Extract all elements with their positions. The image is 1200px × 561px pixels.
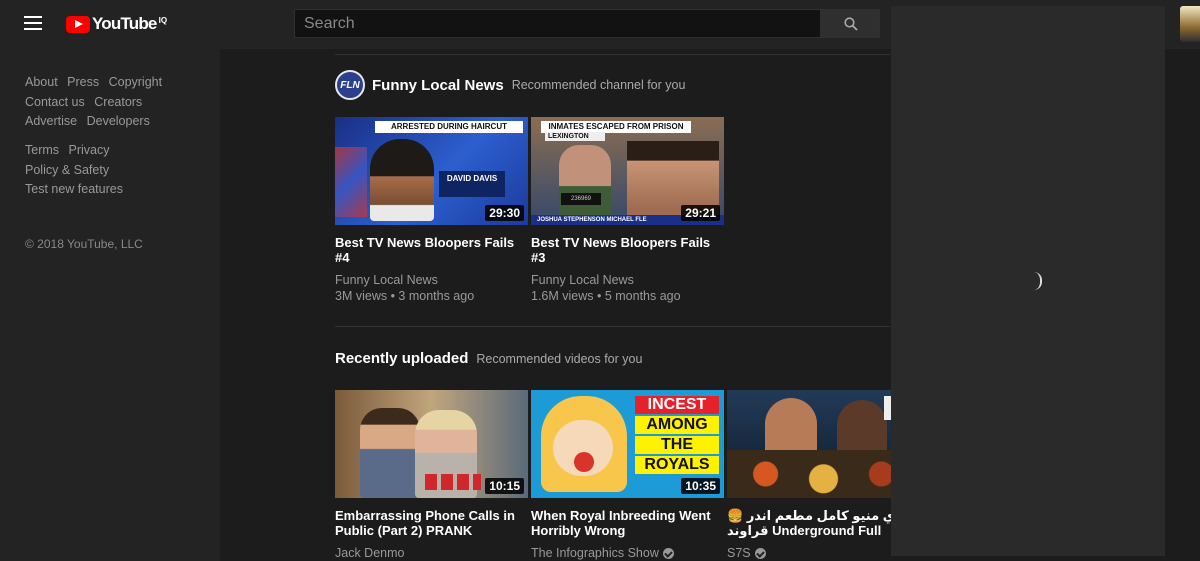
copyright-text: © 2018 YouTube, LLC xyxy=(25,237,143,251)
search-button[interactable] xyxy=(820,9,880,38)
thumb-location-text: LEXINGTON xyxy=(545,132,605,141)
footer-links-primary: About Press Copyright Contact us Creator… xyxy=(25,73,168,132)
duration-badge: 10:35 xyxy=(681,478,720,494)
video-card[interactable]: ARRESTED DURING HAIRCUT DAVID DAVIS 29:3… xyxy=(335,117,528,303)
verified-icon xyxy=(754,547,766,559)
logo-text: YouTube xyxy=(92,14,157,33)
thumb-person xyxy=(765,398,817,458)
thumb-person xyxy=(360,408,420,498)
video-meta: 3M views • 3 months ago xyxy=(335,289,475,303)
recent-shelf-subtitle: Recommended videos for you xyxy=(476,351,643,366)
thumb-cups xyxy=(425,474,481,490)
video-channel[interactable]: The Infographics Show xyxy=(531,546,724,560)
channel-avatar[interactable]: FLN xyxy=(335,70,365,100)
thumb-person xyxy=(559,145,611,219)
guide-sidebar: About Press Copyright Contact us Creator… xyxy=(0,49,220,561)
video-thumbnail[interactable]: INCEST AMONG THE ROYALS 10:35 xyxy=(531,390,724,498)
video-channel[interactable]: Jack Denmo xyxy=(335,546,528,560)
video-card[interactable]: INMATES ESCAPED FROM PRISON LEXINGTON 23… xyxy=(531,117,724,303)
channel-shelf-subtitle: Recommended channel for you xyxy=(511,78,686,92)
thumb-mouth xyxy=(574,452,594,472)
menu-icon[interactable] xyxy=(24,16,42,30)
logo-badge: IQ xyxy=(158,15,168,25)
test-features-link[interactable]: Test new features xyxy=(25,182,123,196)
section-divider xyxy=(335,54,890,55)
channel-shelf-title[interactable]: Funny Local News xyxy=(372,77,504,94)
search-input[interactable]: Search xyxy=(294,9,821,38)
thumb-person xyxy=(370,139,434,221)
recent-shelf-header: Recently uploaded Recommended videos for… xyxy=(335,350,642,367)
duration-badge: 10:15 xyxy=(485,478,524,494)
video-title[interactable]: Embarrassing Phone Calls in Public (Part… xyxy=(335,508,528,538)
video-meta: 1.6M views • 5 months ago xyxy=(531,289,681,303)
video-card[interactable]: 10:15 Embarrassing Phone Calls in Public… xyxy=(335,390,528,560)
loading-panel xyxy=(891,6,1165,556)
video-thumbnail[interactable]: ARRESTED DURING HAIRCUT DAVID DAVIS 29:3… xyxy=(335,117,528,225)
duration-badge: 29:30 xyxy=(485,205,524,221)
thumb-text-line: AMONG xyxy=(635,416,719,434)
terms-link[interactable]: Terms xyxy=(25,143,59,157)
youtube-logo[interactable]: YouTube IQ xyxy=(66,14,167,34)
recent-shelf-title[interactable]: Recently uploaded xyxy=(335,350,468,367)
duration-badge: 29:21 xyxy=(681,205,720,221)
thumb-board-text: 236969 xyxy=(561,193,601,205)
developers-link[interactable]: Developers xyxy=(87,114,150,128)
thumb-text-line: THE xyxy=(635,436,719,454)
thumb-text-line: ROYALS xyxy=(635,456,719,474)
video-thumbnail[interactable]: INMATES ESCAPED FROM PRISON LEXINGTON 23… xyxy=(531,117,724,225)
thumb-name-text: DAVID DAVIS xyxy=(439,171,505,197)
copyright-link[interactable]: Copyright xyxy=(109,75,163,89)
video-title[interactable]: Best TV News Bloopers Fails #4 xyxy=(335,235,528,265)
search-icon xyxy=(844,17,858,31)
advertise-link[interactable]: Advertise xyxy=(25,114,77,128)
verified-icon xyxy=(662,547,674,559)
channel-shelf-header: FLN Funny Local News Recommended channel… xyxy=(335,70,685,100)
channel-name[interactable]: The Infographics Show xyxy=(531,546,659,560)
video-channel[interactable]: Funny Local News xyxy=(531,273,724,287)
video-thumbnail[interactable]: 10:15 xyxy=(335,390,528,498)
channel-name[interactable]: S7S xyxy=(727,546,751,560)
video-channel[interactable]: Funny Local News xyxy=(335,273,528,287)
contact-link[interactable]: Contact us xyxy=(25,95,85,109)
thumb-banner-text: ARRESTED DURING HAIRCUT xyxy=(375,121,523,133)
video-card[interactable]: INCEST AMONG THE ROYALS 10:35 When Royal… xyxy=(531,390,724,560)
play-logo-icon xyxy=(66,15,90,33)
press-link[interactable]: Press xyxy=(67,75,99,89)
privacy-link[interactable]: Privacy xyxy=(69,143,110,157)
channel-name[interactable]: Jack Denmo xyxy=(335,546,404,560)
footer-links-secondary: Terms Privacy Policy & Safety Test new f… xyxy=(25,141,129,200)
section-divider xyxy=(335,326,890,327)
thumb-background xyxy=(335,147,367,217)
video-title[interactable]: Best TV News Bloopers Fails #3 xyxy=(531,235,724,265)
thumb-text-line: INCEST xyxy=(635,396,719,414)
avatar[interactable] xyxy=(1180,6,1200,42)
about-link[interactable]: About xyxy=(25,75,58,89)
creators-link[interactable]: Creators xyxy=(94,95,142,109)
policy-safety-link[interactable]: Policy & Safety xyxy=(25,163,109,177)
video-title[interactable]: When Royal Inbreeding Went Horribly Wron… xyxy=(531,508,724,538)
